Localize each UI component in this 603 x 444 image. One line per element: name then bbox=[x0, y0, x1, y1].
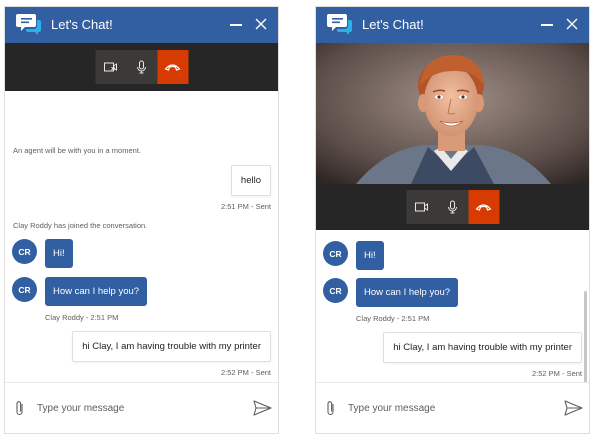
video-camera-icon bbox=[415, 202, 428, 212]
user-message: hi Clay, I am having trouble with my pri… bbox=[383, 332, 582, 363]
agent-message: Hi! bbox=[45, 239, 73, 268]
call-controls bbox=[406, 190, 499, 224]
video-off-icon bbox=[104, 62, 117, 72]
system-message: An agent will be with you in a moment. bbox=[13, 146, 141, 155]
call-controls-bar bbox=[5, 43, 278, 91]
message-input[interactable] bbox=[348, 398, 538, 418]
end-call-button[interactable] bbox=[468, 190, 499, 224]
message-meta: 2:51 PM - Sent bbox=[220, 202, 271, 211]
message-list: An agent will be with you in a moment. h… bbox=[5, 91, 278, 384]
message-list: CR Hi! CR How can I help you? Clay Roddy… bbox=[316, 230, 589, 384]
chat-bubbles-icon bbox=[327, 14, 352, 35]
message-meta: 2:52 PM - Sent bbox=[531, 369, 582, 378]
video-toggle-button[interactable] bbox=[406, 190, 437, 224]
close-icon[interactable] bbox=[254, 17, 268, 31]
send-icon[interactable] bbox=[564, 400, 583, 416]
chat-window-video: Let's Chat! CR Hi! CR How can I help you… bbox=[315, 6, 590, 434]
message-meta: Clay Roddy - 2:51 PM bbox=[356, 314, 430, 323]
chat-header: Let's Chat! bbox=[316, 7, 589, 43]
chat-bubbles-icon bbox=[16, 14, 41, 35]
paperclip-icon[interactable] bbox=[325, 400, 337, 417]
message-composer bbox=[5, 382, 278, 433]
paperclip-icon[interactable] bbox=[14, 400, 26, 417]
agent-video-feed bbox=[316, 43, 589, 184]
mute-button[interactable] bbox=[126, 50, 157, 84]
video-toggle-button[interactable] bbox=[95, 50, 126, 84]
user-message: hi Clay, I am having trouble with my pri… bbox=[72, 331, 271, 362]
chat-title: Let's Chat! bbox=[362, 17, 424, 32]
agent-message: How can I help you? bbox=[356, 278, 459, 307]
chat-window-audio: Let's Chat! An agent will be with you in… bbox=[4, 6, 279, 434]
end-call-icon bbox=[475, 204, 492, 211]
agent-avatar: CR bbox=[12, 239, 37, 264]
call-controls-bar bbox=[316, 184, 589, 230]
chat-header: Let's Chat! bbox=[5, 7, 278, 43]
mute-button[interactable] bbox=[437, 190, 468, 224]
screenshot-stage: Let's Chat! An agent will be with you in… bbox=[0, 0, 603, 444]
message-meta: Clay Roddy - 2:51 PM bbox=[45, 313, 119, 322]
agent-video-image bbox=[316, 43, 589, 184]
agent-message: Hi! bbox=[356, 241, 384, 270]
microphone-icon bbox=[137, 60, 146, 74]
end-call-icon bbox=[164, 64, 181, 71]
agent-avatar: CR bbox=[323, 241, 348, 266]
minimize-icon[interactable] bbox=[230, 24, 242, 26]
call-controls bbox=[95, 50, 188, 84]
close-icon[interactable] bbox=[565, 17, 579, 31]
message-input[interactable] bbox=[37, 398, 227, 418]
chat-title: Let's Chat! bbox=[51, 17, 113, 32]
system-message: Clay Roddy has joined the conversation. bbox=[13, 221, 148, 230]
end-call-button[interactable] bbox=[157, 50, 188, 84]
user-message: hello bbox=[230, 165, 271, 196]
agent-avatar: CR bbox=[323, 278, 348, 303]
send-icon[interactable] bbox=[253, 400, 272, 416]
minimize-icon[interactable] bbox=[541, 24, 553, 26]
agent-message: How can I help you? bbox=[45, 277, 148, 306]
agent-avatar: CR bbox=[12, 277, 37, 302]
message-meta: 2:52 PM - Sent bbox=[220, 368, 271, 377]
microphone-icon bbox=[448, 200, 457, 214]
message-scrollbar[interactable] bbox=[584, 291, 587, 383]
message-composer bbox=[316, 382, 589, 433]
